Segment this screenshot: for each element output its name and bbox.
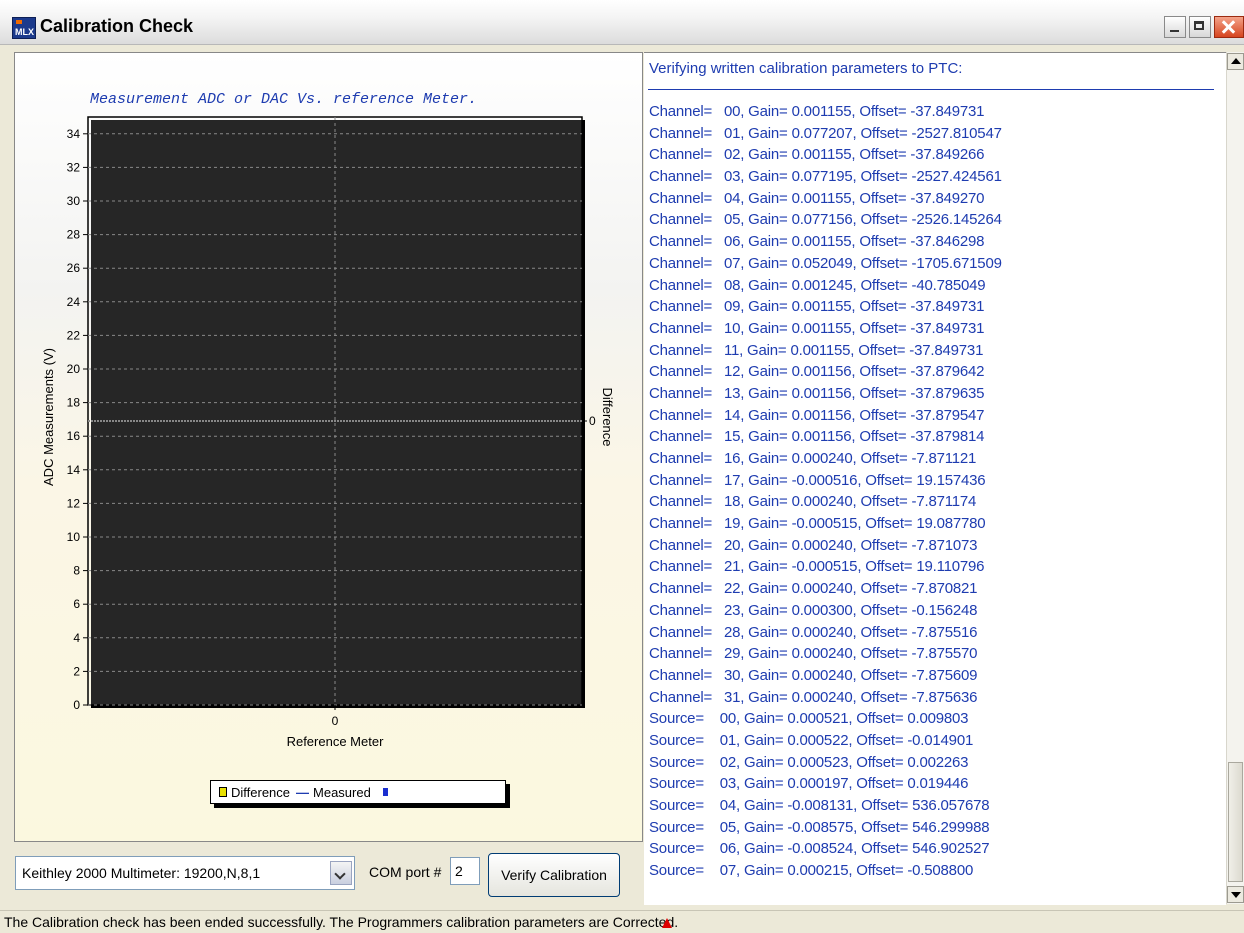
- chart-panel: Measurement ADC or DAC Vs. reference Met…: [14, 52, 643, 842]
- y-tick-label: 28: [67, 228, 81, 242]
- log-line: Channel= 17, Gain= -0.000516, Offset= 19…: [649, 471, 986, 489]
- y2-axis-label: Difference: [600, 387, 615, 446]
- y-tick-label: 30: [67, 194, 81, 208]
- log-line: Source= 01, Gain= 0.000522, Offset= -0.0…: [649, 731, 974, 749]
- log-line: Channel= 09, Gain= 0.001155, Offset= -37…: [649, 298, 985, 316]
- log-line: Channel= 21, Gain= -0.000515, Offset= 19…: [649, 558, 985, 576]
- y-tick-label: 12: [67, 496, 81, 510]
- x-axis-label: Reference Meter: [287, 734, 384, 749]
- log-line: Channel= 14, Gain= 0.001156, Offset= -37…: [649, 406, 985, 424]
- x-tick-label: 0: [332, 714, 339, 728]
- measured-legend-line: —: [296, 784, 310, 800]
- mlx-app-icon: MLX: [12, 17, 36, 39]
- chart-legend: Difference — Measured: [210, 780, 506, 804]
- log-line: Channel= 22, Gain= 0.000240, Offset= -7.…: [649, 580, 978, 598]
- y-tick-label: 20: [67, 362, 81, 376]
- y2-tick-label: 0: [589, 414, 596, 428]
- chart-plot: 024681012141618202224262830323400Referen…: [41, 116, 615, 749]
- measured-legend-swatch: [382, 788, 388, 796]
- y-tick-label: 6: [73, 597, 80, 611]
- status-text: The Calibration check has been ended suc…: [4, 914, 679, 930]
- log-divider: [648, 89, 1214, 90]
- log-line: Channel= 18, Gain= 0.000240, Offset= -7.…: [649, 493, 977, 511]
- y-tick-label: 18: [67, 396, 81, 410]
- log-line: Channel= 00, Gain= 0.001155, Offset= -37…: [649, 103, 985, 120]
- y-tick-label: 26: [67, 261, 81, 275]
- log-line: Channel= 05, Gain= 0.077156, Offset= -25…: [649, 211, 1002, 229]
- log-scrollbar[interactable]: [1226, 52, 1244, 904]
- y-tick-label: 2: [73, 664, 80, 678]
- chevron-down-icon[interactable]: [330, 861, 352, 885]
- log-line: Channel= 04, Gain= 0.001155, Offset= -37…: [649, 189, 985, 207]
- app-icon-text: MLX: [15, 27, 34, 37]
- mouse-cursor-icon: [662, 918, 672, 928]
- log-line: Channel= 07, Gain= 0.052049, Offset= -17…: [649, 254, 1002, 272]
- y-tick-label: 32: [67, 160, 81, 174]
- log-line: Channel= 01, Gain= 0.077207, Offset= -25…: [649, 124, 1002, 142]
- calibration-check-window: MLX Calibration Check Measurement ADC or…: [0, 0, 1244, 933]
- title-bar[interactable]: MLX Calibration Check: [0, 0, 1244, 45]
- log-line: Channel= 06, Gain= 0.001155, Offset= -37…: [649, 233, 985, 251]
- device-select-value: Keithley 2000 Multimeter: 19200,N,8,1: [22, 865, 261, 881]
- device-select[interactable]: Keithley 2000 Multimeter: 19200,N,8,1: [15, 856, 355, 890]
- y-tick-label: 14: [67, 463, 81, 477]
- log-line: Source= 07, Gain= 0.000215, Offset= -0.5…: [649, 862, 974, 880]
- y-tick-label: 0: [73, 698, 80, 712]
- log-line: Channel= 31, Gain= 0.000240, Offset= -7.…: [649, 688, 978, 706]
- log-line: Channel= 10, Gain= 0.001155, Offset= -37…: [649, 319, 985, 337]
- scroll-thumb[interactable]: [1228, 762, 1243, 882]
- scroll-down-arrow-icon[interactable]: [1227, 886, 1244, 903]
- maximize-button[interactable]: [1189, 16, 1211, 38]
- log-line: Source= 03, Gain= 0.000197, Offset= 0.01…: [649, 775, 969, 793]
- log-lines: Channel= 00, Gain= 0.001155, Offset= -37…: [649, 101, 1002, 882]
- log-line: Channel= 11, Gain= 0.001155, Offset= -37…: [649, 341, 984, 359]
- log-line: Channel= 13, Gain= 0.001156, Offset= -37…: [649, 384, 985, 402]
- y-tick-label: 34: [67, 127, 81, 141]
- com-port-input[interactable]: 2: [450, 857, 480, 885]
- log-line: Source= 02, Gain= 0.000523, Offset= 0.00…: [649, 753, 969, 771]
- difference-legend-swatch: [219, 787, 227, 797]
- log-line: Source= 00, Gain= 0.000521, Offset= 0.00…: [649, 710, 969, 728]
- log-line: Channel= 15, Gain= 0.001156, Offset= -37…: [649, 428, 985, 446]
- window-title: Calibration Check: [40, 16, 194, 36]
- status-bar: The Calibration check has been ended suc…: [0, 910, 1244, 933]
- log-header: Verifying written calibration parameters…: [649, 60, 963, 77]
- close-button[interactable]: [1214, 16, 1244, 38]
- log-line: Source= 05, Gain= -0.008575, Offset= 546…: [649, 818, 990, 836]
- log-line: Channel= 19, Gain= -0.000515, Offset= 19…: [649, 515, 986, 533]
- y-tick-label: 22: [67, 328, 81, 342]
- legend-difference-label: Difference: [231, 784, 291, 800]
- log-line: Channel= 16, Gain= 0.000240, Offset= -7.…: [649, 450, 977, 467]
- log-line: Channel= 08, Gain= 0.001245, Offset= -40…: [649, 276, 986, 294]
- log-line: Channel= 03, Gain= 0.077195, Offset= -25…: [649, 168, 1002, 186]
- y-tick-label: 24: [67, 295, 81, 309]
- y-tick-label: 10: [67, 530, 81, 544]
- log-line: Source= 06, Gain= -0.008524, Offset= 546…: [649, 840, 990, 858]
- log-line: Channel= 23, Gain= 0.000300, Offset= -0.…: [649, 601, 978, 619]
- y-tick-label: 8: [73, 564, 80, 578]
- y-tick-label: 16: [67, 429, 81, 443]
- log-line: Channel= 29, Gain= 0.000240, Offset= -7.…: [649, 645, 978, 663]
- log-line: Channel= 30, Gain= 0.000240, Offset= -7.…: [649, 666, 978, 684]
- y-axis-label: ADC Measurements (V): [41, 348, 56, 486]
- y-tick-label: 4: [73, 631, 80, 645]
- calibration-log[interactable]: Verifying written calibration parameters…: [644, 52, 1226, 905]
- log-line: Source= 04, Gain= -0.008131, Offset= 536…: [649, 797, 990, 814]
- log-line: Channel= 28, Gain= 0.000240, Offset= -7.…: [649, 623, 978, 641]
- log-line: Channel= 20, Gain= 0.000240, Offset= -7.…: [649, 536, 978, 554]
- log-line: Channel= 02, Gain= 0.001155, Offset= -37…: [649, 146, 985, 164]
- com-port-label: COM port #: [369, 864, 442, 880]
- minimize-button[interactable]: [1164, 16, 1186, 38]
- scroll-up-arrow-icon[interactable]: [1227, 53, 1244, 70]
- legend-measured-label: Measured: [313, 784, 371, 800]
- verify-calibration-button[interactable]: Verify Calibration: [488, 853, 620, 897]
- log-line: Channel= 12, Gain= 0.001156, Offset= -37…: [649, 363, 985, 381]
